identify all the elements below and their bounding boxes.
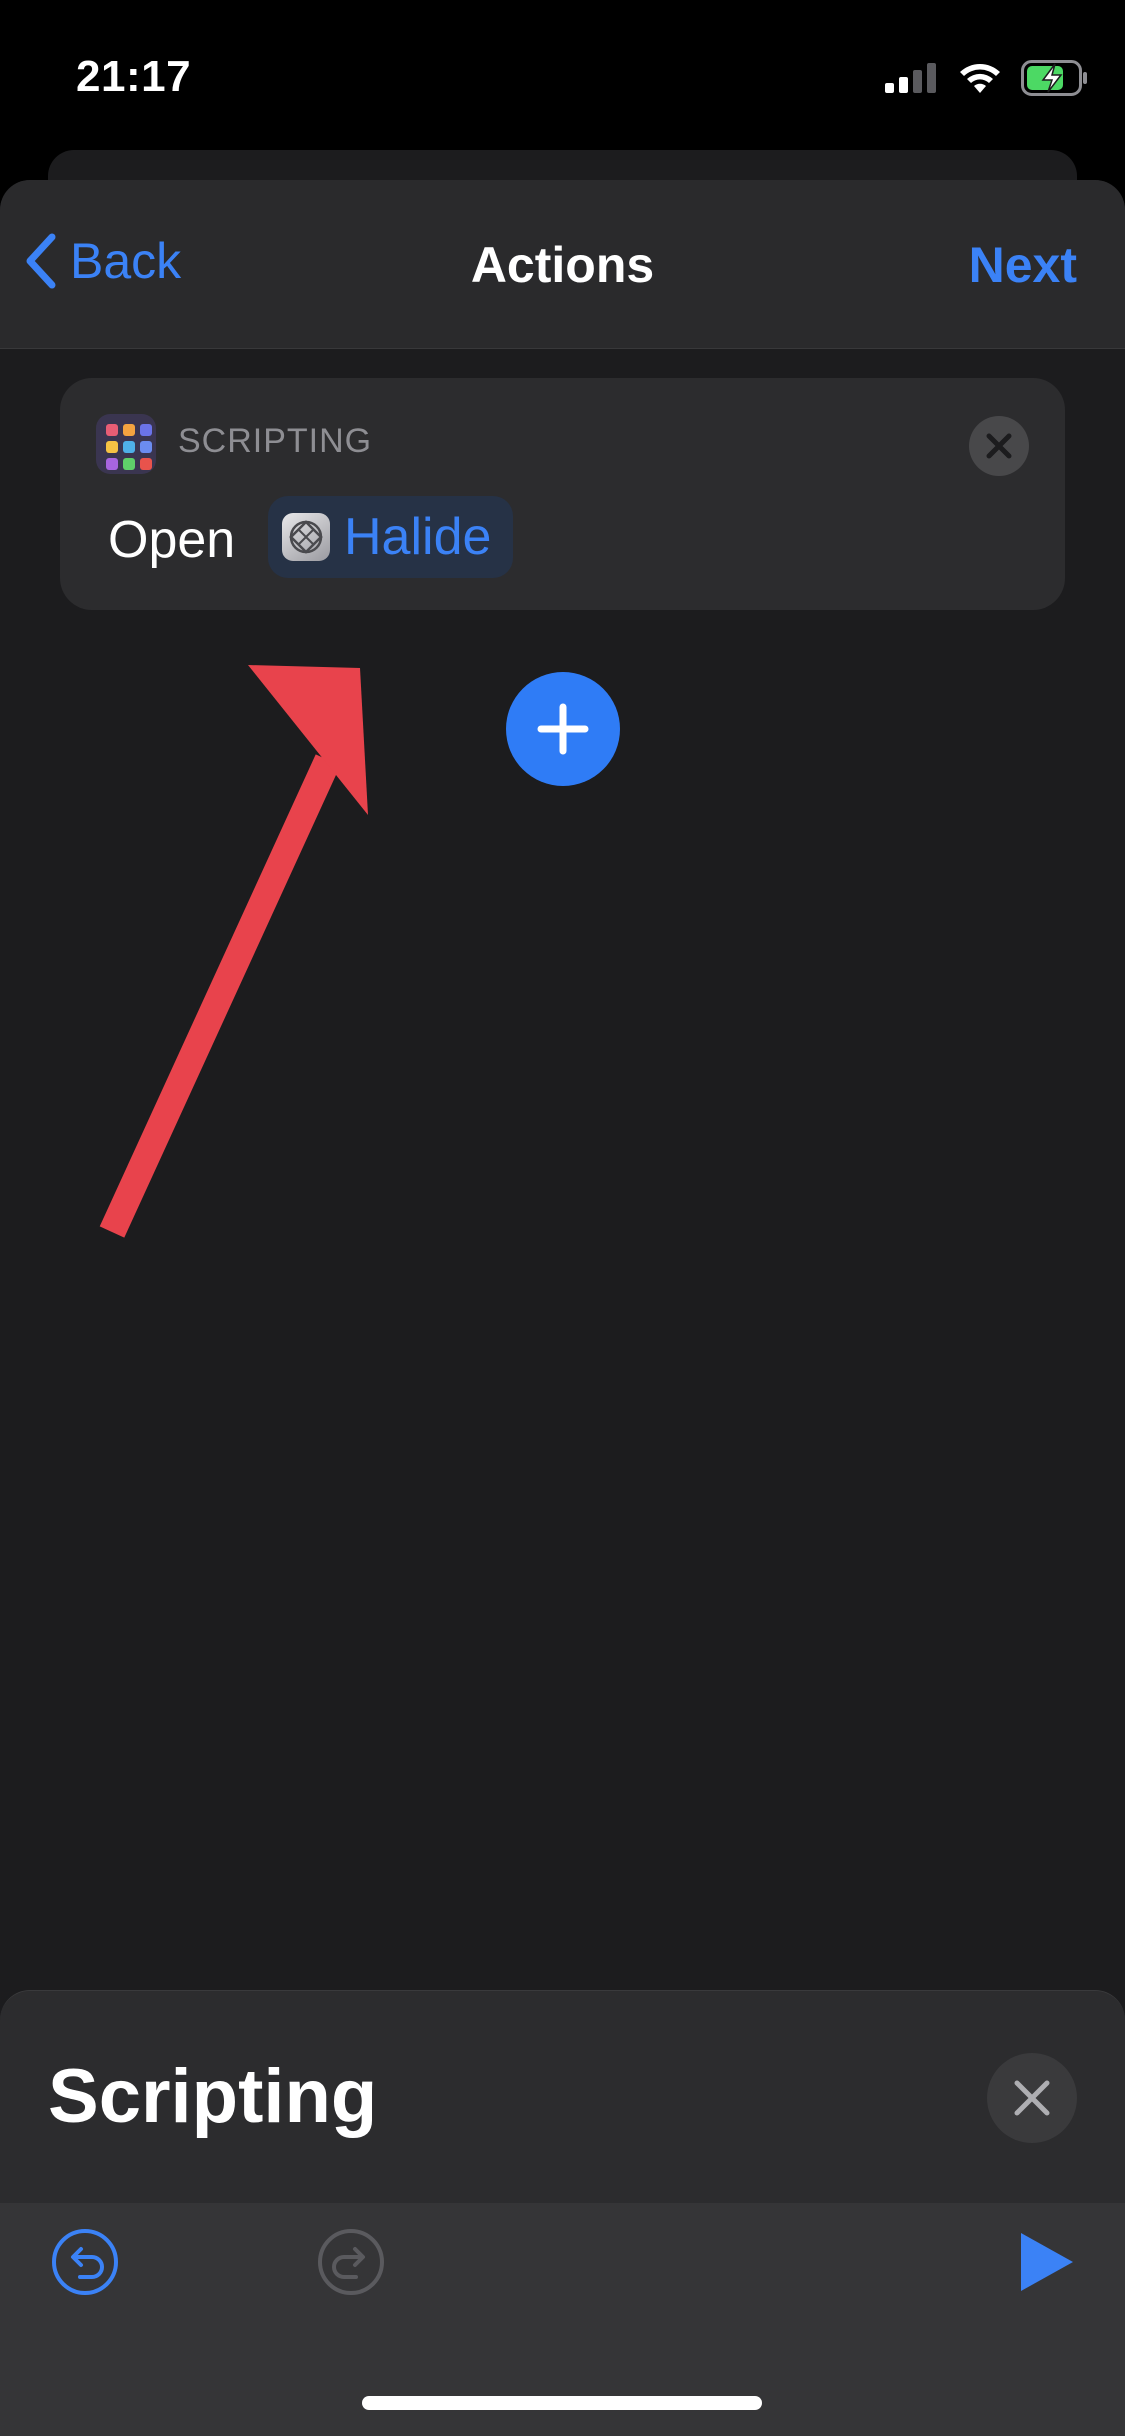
panel-title: Scripting <box>48 2054 378 2139</box>
home-indicator[interactable] <box>362 2396 762 2410</box>
play-icon[interactable] <box>1017 2231 1077 2293</box>
nav-bar: Back Actions Next <box>0 180 1125 349</box>
status-time: 21:17 <box>76 52 192 101</box>
plus-icon <box>537 703 589 755</box>
status-icons <box>885 60 1089 96</box>
screen: 21:17 Back Actions Next SCRIPTING Open H… <box>0 0 1125 2436</box>
add-action-button[interactable] <box>506 672 620 786</box>
action-category-label: SCRIPTING <box>178 422 373 460</box>
close-icon <box>986 433 1012 459</box>
redo-icon[interactable] <box>316 2227 386 2297</box>
close-icon <box>1014 2080 1050 2116</box>
close-panel-button[interactable] <box>987 2053 1077 2143</box>
halide-app-icon <box>282 513 330 561</box>
app-parameter-token[interactable]: Halide <box>268 496 514 578</box>
next-button[interactable]: Next <box>969 236 1077 294</box>
signal-icon <box>885 63 936 93</box>
battery-charging-icon <box>1021 60 1087 96</box>
app-name-label: Halide <box>344 508 492 566</box>
action-verb-label: Open <box>108 511 236 569</box>
remove-action-button[interactable] <box>969 416 1029 476</box>
undo-icon[interactable] <box>50 2227 120 2297</box>
wifi-icon <box>960 64 1000 93</box>
status-bar: 21:17 <box>0 0 1125 150</box>
scripting-category-icon <box>96 414 156 474</box>
page-title: Actions <box>470 237 655 293</box>
category-panel: Scripting <box>0 1990 1125 2436</box>
open-app-action-card[interactable]: SCRIPTING Open Halide <box>60 378 1065 610</box>
